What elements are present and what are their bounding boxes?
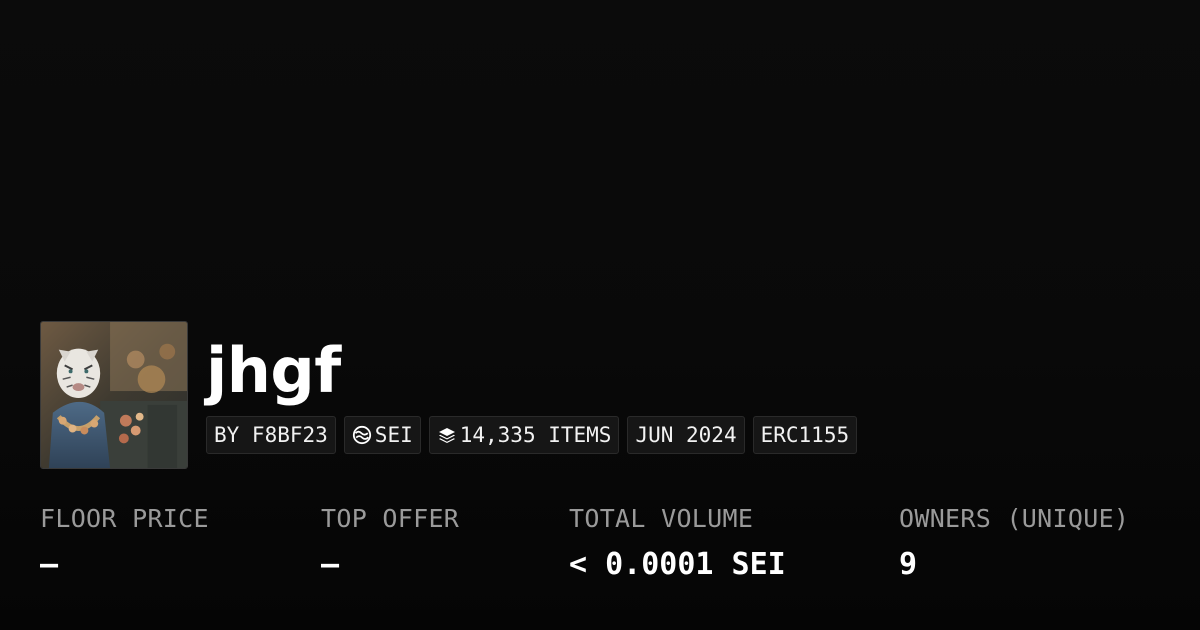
collection-stats: FLOOR PRICE – TOP OFFER – TOTAL VOLUME <…	[0, 504, 1200, 604]
collection-header: jhgf BY F8BF23 SEI 14,335 ITEMS JUN 2024…	[40, 321, 858, 469]
created-date-label: JUN 2024	[635, 423, 737, 447]
total-volume-value: < 0.0001 SEI	[569, 547, 786, 582]
collection-tags: BY F8BF23 SEI 14,335 ITEMS JUN 2024 ERC1…	[206, 416, 858, 454]
floor-price-value: –	[40, 547, 59, 582]
floor-price-label: FLOOR PRICE	[40, 504, 209, 533]
top-offer-value: –	[321, 547, 340, 582]
sei-logo-icon	[352, 425, 372, 445]
collection-title: jhgf	[206, 334, 341, 407]
total-volume-stat: TOTAL VOLUME < 0.0001 SEI	[569, 504, 786, 582]
owners-label: OWNERS (UNIQUE)	[899, 504, 1130, 533]
top-offer-label: TOP OFFER	[321, 504, 460, 533]
top-offer-stat: TOP OFFER –	[321, 504, 459, 582]
owners-stat: OWNERS (UNIQUE) 9	[899, 504, 1129, 582]
items-tag[interactable]: 14,335 ITEMS	[428, 416, 620, 454]
token-standard-tag: ERC1155	[752, 416, 858, 454]
creator-tag[interactable]: BY F8BF23	[206, 416, 336, 454]
token-standard-label: ERC1155	[760, 423, 850, 447]
owners-value: 9	[899, 547, 918, 582]
collection-info: jhgf BY F8BF23 SEI 14,335 ITEMS JUN 2024…	[206, 321, 858, 454]
items-label: 14,335 ITEMS	[459, 423, 612, 447]
chain-tag[interactable]: SEI	[343, 416, 421, 454]
created-date-tag: JUN 2024	[627, 416, 745, 454]
floor-price-stat: FLOOR PRICE –	[40, 504, 209, 582]
total-volume-label: TOTAL VOLUME	[569, 504, 754, 533]
chain-label: SEI	[374, 423, 413, 447]
layers-icon	[437, 425, 457, 445]
creator-label: BY F8BF23	[214, 423, 328, 447]
collection-thumbnail	[40, 321, 188, 469]
